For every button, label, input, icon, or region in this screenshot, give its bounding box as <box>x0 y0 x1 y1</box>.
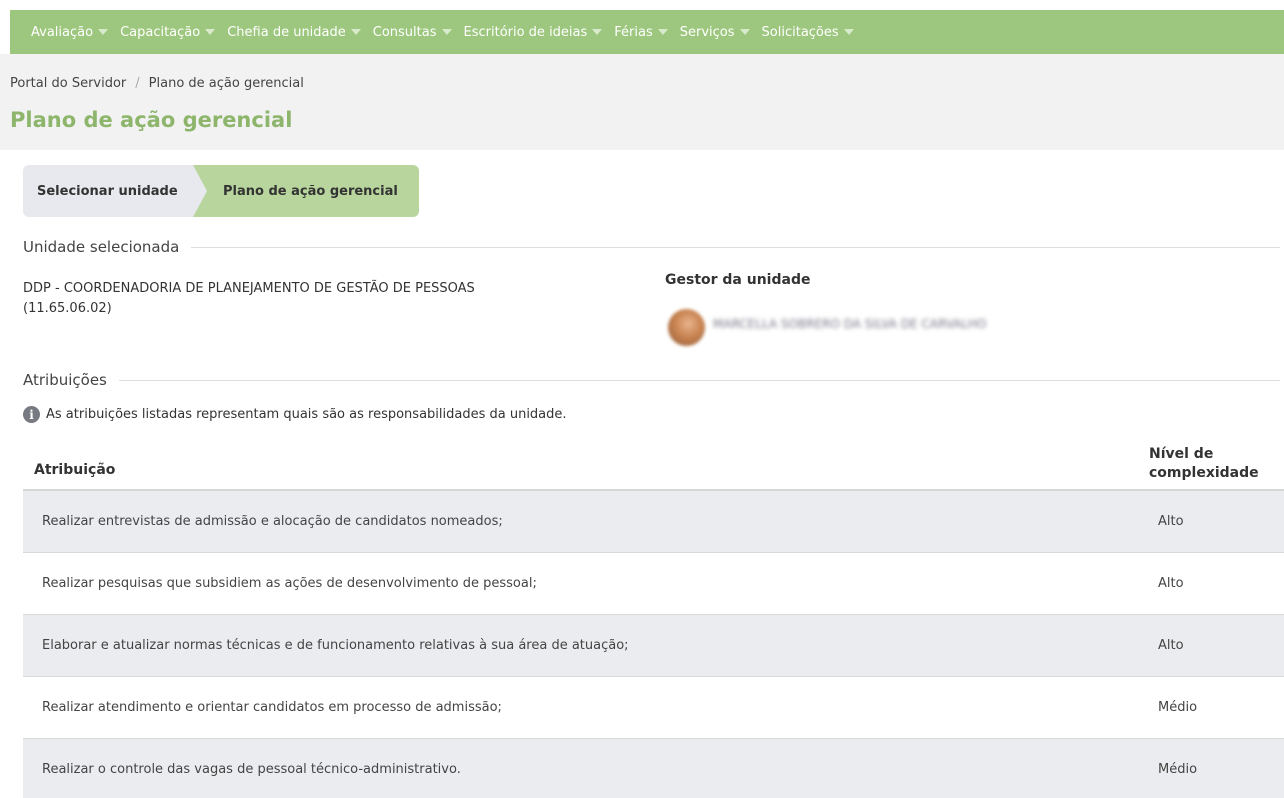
column-header-attribution: Atribuição <box>34 461 116 478</box>
attribution-cell: Realizar o controle das vagas de pessoal… <box>42 762 461 777</box>
page-header: Portal do Servidor / Plano de ação gerenci… <box>0 54 1284 150</box>
selected-unit-name: DDP - COORDENADORIA DE PLANEJAMENTO DE G… <box>23 281 475 316</box>
nav-item-consultas[interactable]: Consultas <box>373 25 452 40</box>
caret-down-icon <box>739 29 750 35</box>
attributions-info: i As atribuições listadas representam qua… <box>23 406 567 423</box>
nav-item-capacitacao[interactable]: Capacitação <box>120 24 216 40</box>
nav-item-label: Solicitações <box>761 24 839 40</box>
breadcrumb-link-portal[interactable]: Portal do Servidor <box>10 76 126 91</box>
nav-item-label: Consultas <box>372 24 437 40</box>
wizard-step-action-plan: Plano de ação gerencial <box>193 165 419 217</box>
attribution-cell: Realizar atendimento e orientar candidat… <box>42 700 502 715</box>
caret-down-icon <box>350 29 361 35</box>
nav-item-label: Serviços <box>679 24 735 40</box>
table-row: Elaborar e atualizar normas técnicas e d… <box>23 615 1284 677</box>
main-content: Selecionar unidade Plano de ação gerenci… <box>10 150 1284 798</box>
info-icon: i <box>23 406 40 423</box>
page-title: Plano de ação gerencial <box>10 108 293 132</box>
caret-down-icon <box>592 29 603 35</box>
info-text: As atribuições listadas representam quai… <box>46 407 567 422</box>
wizard-step-select-unit[interactable]: Selecionar unidade <box>23 165 207 217</box>
table-row: Realizar entrevistas de admissão e aloca… <box>23 491 1284 553</box>
complexity-cell: Médio <box>1158 762 1198 777</box>
unit-section-legend: Unidade selecionada <box>23 238 1280 256</box>
attribution-cell: Realizar entrevistas de admissão e aloca… <box>42 514 503 529</box>
table-row: Realizar o controle das vagas de pessoal… <box>23 739 1284 798</box>
nav-item-label: Capacitação <box>120 24 201 40</box>
complexity-cell: Médio <box>1158 700 1198 715</box>
breadcrumb-separator: / <box>135 76 140 91</box>
gestor-name: MARCELLA SOBRERO DA SILVA DE CARVALHO <box>713 317 987 331</box>
complexity-cell: Alto <box>1158 514 1184 529</box>
attribution-cell: Realizar pesquisas que subsidiem as açõe… <box>42 576 537 591</box>
nav-item-label: Escritório de ideias <box>463 24 588 40</box>
complexity-cell: Alto <box>1158 576 1184 591</box>
top-navigation-bar: Avaliação Capacitação Chefia de unidade … <box>10 10 1284 54</box>
caret-down-icon <box>205 29 216 35</box>
breadcrumb: Portal do Servidor / Plano de ação gerenci… <box>10 76 304 91</box>
complexity-cell: Alto <box>1158 638 1184 653</box>
column-header-complexity: Nível de complexidade <box>1149 445 1259 481</box>
table-header: Atribuição Nível de complexidade <box>23 438 1284 491</box>
attributions-section-legend: Atribuições <box>23 371 1280 389</box>
avatar <box>668 309 705 346</box>
attribution-cell: Elaborar e atualizar normas técnicas e d… <box>42 638 629 653</box>
nav-item-avaliacao[interactable]: Avaliação <box>31 24 109 40</box>
attributions-section-title: Atribuições <box>23 371 107 389</box>
nav-item-label: Férias <box>614 24 653 40</box>
unit-section-title: Unidade selecionada <box>23 238 180 256</box>
breadcrumb-current: Plano de ação gerencial <box>148 76 304 91</box>
divider <box>191 246 1280 248</box>
wizard-steps: Selecionar unidade Plano de ação gerenci… <box>23 165 419 217</box>
gestor-label: Gestor da unidade <box>665 272 811 288</box>
nav-item-ferias[interactable]: Férias <box>614 24 668 40</box>
divider <box>118 379 1280 381</box>
caret-down-icon <box>657 29 668 35</box>
caret-down-icon <box>98 29 109 35</box>
nav-item-label: Chefia de unidade <box>227 24 346 40</box>
attributions-table: Atribuição Nível de complexidade Realiza… <box>23 438 1284 798</box>
nav-item-label: Avaliação <box>31 24 94 40</box>
nav-item-servicos[interactable]: Serviços <box>680 25 750 40</box>
caret-down-icon <box>441 29 452 35</box>
table-row: Realizar pesquisas que subsidiem as açõe… <box>23 553 1284 615</box>
nav-item-escritorio-de-ideias[interactable]: Escritório de ideias <box>464 25 603 40</box>
nav-item-solicitacoes[interactable]: Solicitações <box>762 25 854 40</box>
nav-item-chefia-de-unidade[interactable]: Chefia de unidade <box>227 25 361 40</box>
caret-down-icon <box>843 29 854 35</box>
table-row: Realizar atendimento e orientar candidat… <box>23 677 1284 739</box>
